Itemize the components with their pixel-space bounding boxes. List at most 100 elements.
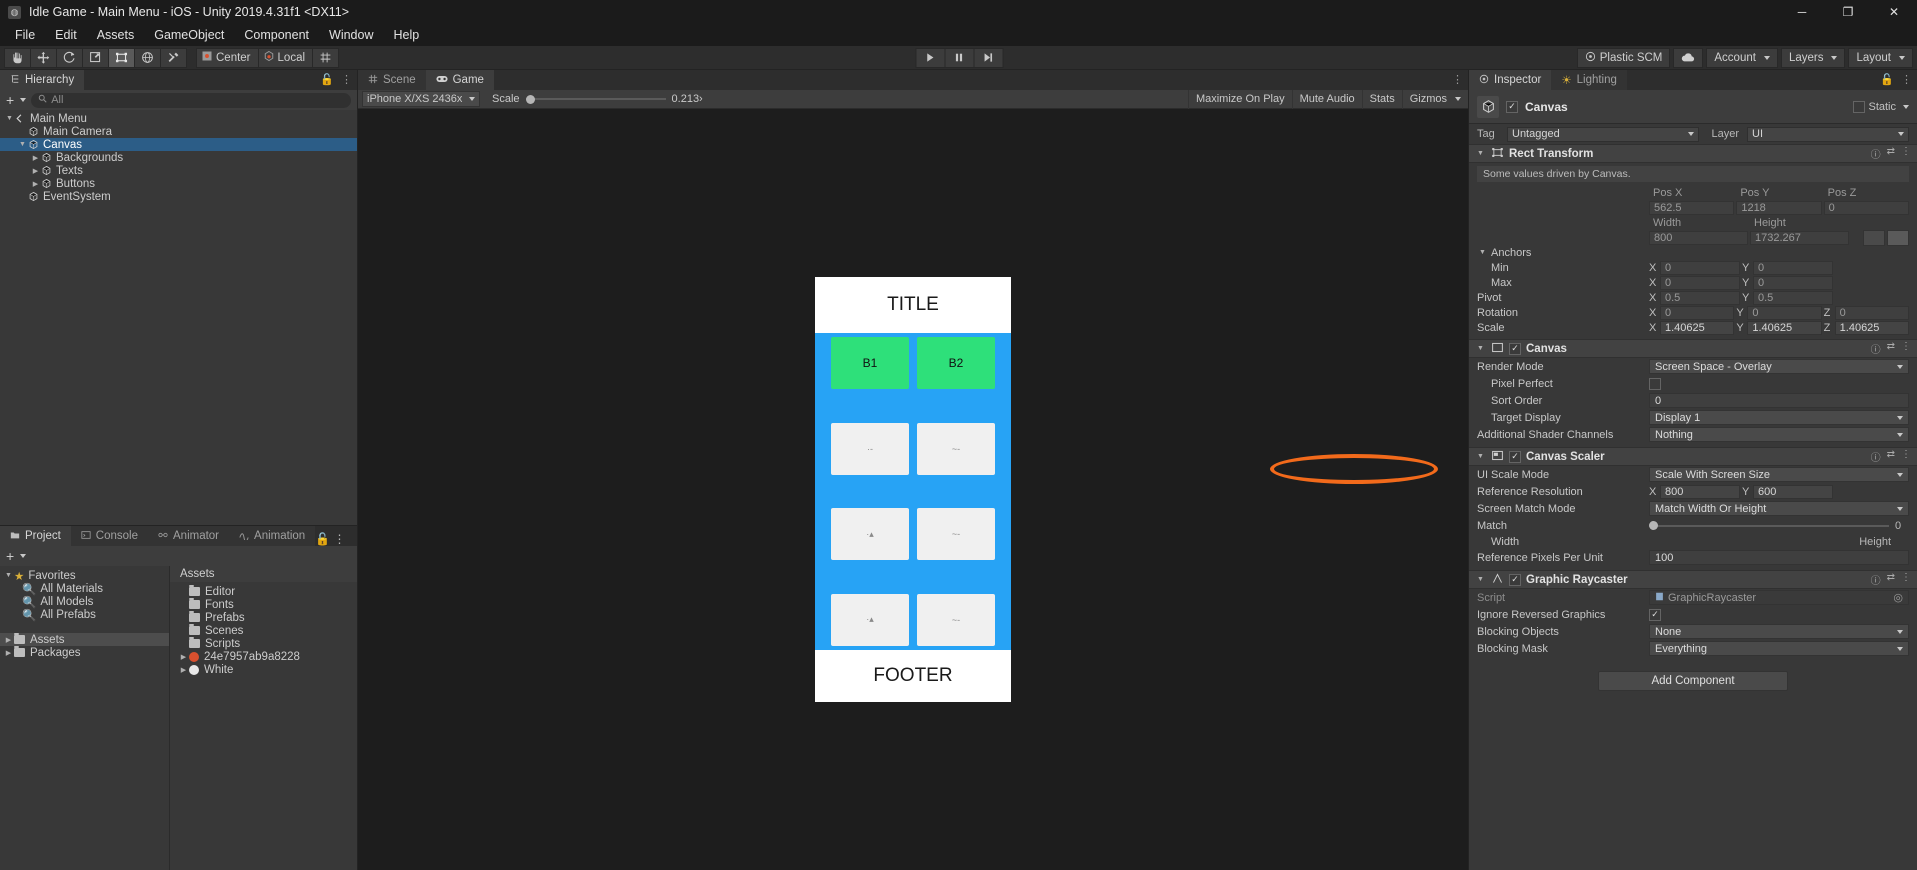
- favorite-all-materials[interactable]: 🔍 All Materials: [0, 582, 169, 596]
- tab-scene[interactable]: Scene: [358, 70, 426, 90]
- scale-tool-icon[interactable]: [82, 47, 109, 68]
- menu-gameobject[interactable]: GameObject: [145, 26, 233, 44]
- space-mode-button[interactable]: Local: [257, 47, 314, 68]
- preset-icon[interactable]: ⇄: [1887, 572, 1895, 587]
- stats-button[interactable]: Stats: [1361, 89, 1402, 109]
- graphic-raycaster-enabled-checkbox[interactable]: ✓: [1509, 573, 1521, 586]
- rect-tool-icon[interactable]: [108, 47, 135, 68]
- tab-project[interactable]: Project: [0, 526, 71, 546]
- kebab-menu-icon[interactable]: ⋮: [1901, 73, 1912, 86]
- match-slider[interactable]: [1649, 521, 1889, 530]
- kebab-menu-icon[interactable]: ⋮: [1901, 449, 1911, 464]
- maximize-button[interactable]: ❐: [1825, 0, 1871, 24]
- close-button[interactable]: ✕: [1871, 0, 1917, 24]
- help-icon[interactable]: ⓘ: [1871, 146, 1881, 161]
- move-tool-icon[interactable]: [30, 47, 57, 68]
- scale-y-field[interactable]: 1.40625: [1747, 320, 1822, 335]
- game-button-locked[interactable]: ·▴: [831, 508, 909, 561]
- scale-slider-knob[interactable]: [525, 94, 535, 104]
- pixel-perfect-checkbox[interactable]: [1649, 377, 1661, 390]
- chevron-down-icon[interactable]: ▼: [4, 115, 15, 122]
- tab-console[interactable]: Console: [70, 526, 148, 546]
- hand-tool-icon[interactable]: [4, 47, 31, 68]
- tab-animator[interactable]: Animator: [148, 526, 230, 546]
- match-slider-knob[interactable]: [1649, 521, 1658, 530]
- anchor-max-y-field[interactable]: 0: [1753, 275, 1833, 290]
- mute-audio-button[interactable]: Mute Audio: [1291, 89, 1362, 109]
- ignore-reversed-checkbox[interactable]: ✓: [1649, 608, 1661, 621]
- preset-icon[interactable]: ⇄: [1887, 341, 1895, 356]
- pos-y-field[interactable]: 1218: [1736, 200, 1822, 215]
- anchor-preset-button[interactable]: [1863, 229, 1885, 246]
- cloud-icon[interactable]: [1673, 47, 1704, 68]
- rotation-y-field[interactable]: 0: [1747, 305, 1822, 320]
- project-add-button[interactable]: +: [6, 548, 27, 564]
- chevron-right-icon[interactable]: ▶: [30, 154, 41, 162]
- game-button-locked[interactable]: ·▴: [831, 593, 909, 646]
- screen-match-dropdown[interactable]: Match Width Or Height: [1649, 501, 1909, 516]
- asset-item[interactable]: Editor: [170, 585, 357, 598]
- rotate-tool-icon[interactable]: [56, 47, 83, 68]
- hierarchy-item-eventsystem[interactable]: EventSystem: [0, 190, 357, 203]
- anchor-max-x-field[interactable]: 0: [1660, 275, 1740, 290]
- scale-x-field[interactable]: 1.40625: [1660, 320, 1735, 335]
- render-mode-dropdown[interactable]: Screen Space - Overlay: [1649, 359, 1909, 374]
- maximize-on-play-button[interactable]: Maximize On Play: [1187, 89, 1292, 109]
- chevron-right-icon[interactable]: ▶: [30, 167, 41, 175]
- play-button[interactable]: [915, 47, 945, 68]
- pos-z-field[interactable]: 0: [1823, 200, 1909, 215]
- reference-pixels-field[interactable]: 100: [1649, 550, 1909, 565]
- project-tree-packages[interactable]: ▶ Packages: [0, 646, 169, 659]
- project-tree-assets[interactable]: ▶ Assets: [0, 633, 169, 646]
- tab-inspector[interactable]: Inspector: [1469, 70, 1552, 90]
- transform-tool-icon[interactable]: [134, 47, 161, 68]
- tab-animation[interactable]: Animation: [229, 526, 316, 546]
- menu-assets[interactable]: Assets: [88, 26, 144, 44]
- chevron-down-icon[interactable]: ▼: [17, 141, 28, 148]
- asset-item[interactable]: ▶ 24e7957ab9a8228: [170, 650, 357, 663]
- scale-z-field[interactable]: 1.40625: [1834, 320, 1909, 335]
- chevron-down-icon[interactable]: ▼: [1475, 576, 1486, 583]
- lock-icon[interactable]: 🔓: [315, 532, 330, 546]
- asset-item[interactable]: Scenes: [170, 624, 357, 637]
- pivot-y-field[interactable]: 0.5: [1753, 290, 1833, 305]
- help-icon[interactable]: ⓘ: [1871, 449, 1881, 464]
- asset-item[interactable]: ▶ White: [170, 663, 357, 676]
- chevron-down-icon[interactable]: ▼: [1475, 345, 1486, 352]
- component-header-rect-transform[interactable]: ▼ Rect Transform ⓘ ⇄ ⋮: [1469, 144, 1917, 163]
- menu-help[interactable]: Help: [384, 26, 428, 44]
- favorite-all-models[interactable]: 🔍 All Models: [0, 595, 169, 609]
- anchors-row[interactable]: ▼ Anchors: [1469, 245, 1917, 260]
- custom-tool-icon[interactable]: [160, 47, 187, 68]
- tab-lighting[interactable]: ☀ Lighting: [1551, 70, 1627, 90]
- blocking-mask-dropdown[interactable]: Everything: [1649, 641, 1909, 656]
- object-enabled-checkbox[interactable]: ✓: [1506, 100, 1518, 113]
- kebab-menu-icon[interactable]: ⋮: [341, 73, 352, 86]
- lock-icon[interactable]: 🔓: [1880, 73, 1894, 86]
- kebab-menu-icon[interactable]: ⋮: [1901, 572, 1911, 587]
- preset-icon[interactable]: ⇄: [1887, 449, 1895, 464]
- game-button-b2[interactable]: B2: [917, 337, 995, 389]
- static-checkbox[interactable]: [1853, 100, 1866, 113]
- add-gameobject-button[interactable]: +: [6, 92, 27, 108]
- kebab-menu-icon[interactable]: ⋮: [333, 532, 345, 546]
- shader-channels-dropdown[interactable]: Nothing: [1649, 427, 1909, 442]
- object-name[interactable]: Canvas: [1525, 100, 1568, 114]
- lock-icon[interactable]: 🔓: [320, 73, 334, 86]
- game-button-locked[interactable]: ·-: [831, 422, 909, 475]
- component-header-canvas[interactable]: ▼ ✓ Canvas ⓘ ⇄ ⋮: [1469, 339, 1917, 358]
- target-display-dropdown[interactable]: Display 1: [1649, 410, 1909, 425]
- menu-component[interactable]: Component: [235, 26, 318, 44]
- tab-hierarchy[interactable]: Hierarchy: [0, 70, 85, 90]
- blueprint-mode-button[interactable]: [1887, 229, 1909, 246]
- menu-window[interactable]: Window: [320, 26, 382, 44]
- sort-order-field[interactable]: 0: [1649, 393, 1909, 408]
- reference-resolution-y-field[interactable]: 600: [1753, 484, 1833, 499]
- preset-icon[interactable]: ⇄: [1887, 146, 1895, 161]
- chevron-right-icon[interactable]: ▶: [178, 653, 189, 661]
- pivot-x-field[interactable]: 0.5: [1660, 290, 1740, 305]
- chevron-down-icon[interactable]: ▼: [1475, 150, 1486, 157]
- account-button[interactable]: Account: [1706, 47, 1778, 68]
- help-icon[interactable]: ⓘ: [1871, 341, 1881, 356]
- kebab-menu-icon[interactable]: ⋮: [1901, 341, 1911, 356]
